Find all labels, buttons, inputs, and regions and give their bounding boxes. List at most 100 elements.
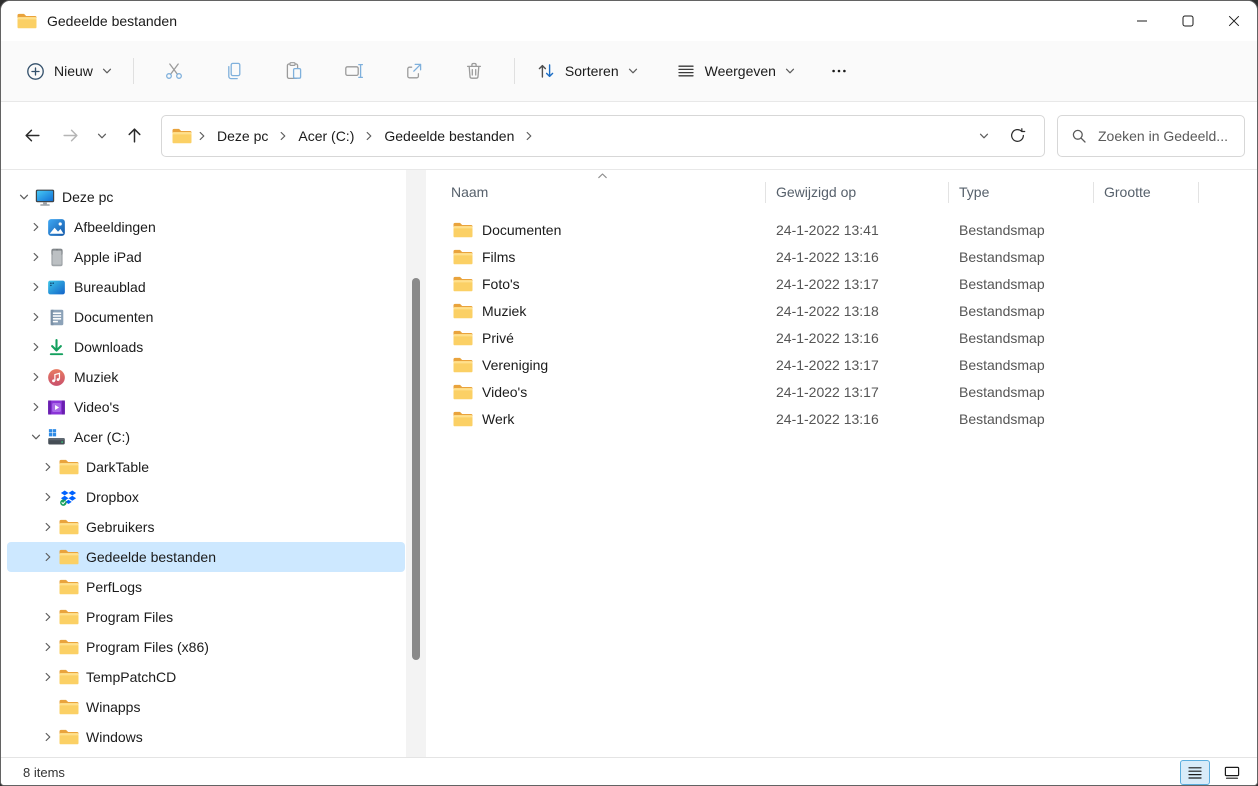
sort-button[interactable]: Sorteren xyxy=(525,53,649,89)
chevron-down-icon[interactable] xyxy=(14,192,34,202)
file-type: Bestandsmap xyxy=(959,221,1045,238)
sidebar-item-gedeelde-bestanden[interactable]: Gedeelde bestanden xyxy=(7,542,405,572)
file-name: Video's xyxy=(482,383,528,400)
close-icon xyxy=(1228,15,1240,27)
file-row[interactable]: Video's 24-1-2022 13:17 Bestandsmap xyxy=(426,378,1257,405)
sidebar-item-dropbox[interactable]: Dropbox xyxy=(7,482,405,512)
chevron-right-icon[interactable] xyxy=(38,492,58,502)
sidebar-item-perflogs[interactable]: PerfLogs xyxy=(7,572,405,602)
sidebar-item-darktable[interactable]: DarkTable xyxy=(7,452,405,482)
maximize-button[interactable] xyxy=(1165,1,1211,41)
sidebar-item-bureaublad[interactable]: Bureaublad xyxy=(7,272,405,302)
sidebar-item-acer-c[interactable]: Acer (C:) xyxy=(7,422,405,452)
file-name: Foto's xyxy=(482,275,520,292)
breadcrumb: Deze pc Acer (C:) Gedeelde bestanden xyxy=(196,123,535,149)
sidebar-scrollbar[interactable] xyxy=(406,170,426,757)
search-input[interactable] xyxy=(1098,127,1231,144)
column-header-modified[interactable]: Gewijzigd op xyxy=(766,181,949,203)
cut-button[interactable] xyxy=(144,53,204,89)
column-header-type[interactable]: Type xyxy=(949,181,1094,203)
column-header-size[interactable]: Grootte xyxy=(1094,181,1199,203)
chevron-right-icon[interactable] xyxy=(38,462,58,472)
file-modified: 24-1-2022 13:16 xyxy=(776,410,879,427)
chevron-right-icon[interactable] xyxy=(38,552,58,562)
sidebar-item-program-files-x86[interactable]: Program Files (x86) xyxy=(7,632,405,662)
videos-icon xyxy=(46,398,67,417)
chevron-right-icon[interactable] xyxy=(26,342,46,352)
chevron-right-icon[interactable] xyxy=(38,672,58,682)
file-explorer-window: Gedeelde bestanden Nieuw Sorteren Weerge… xyxy=(0,0,1258,786)
up-arrow-icon xyxy=(125,126,144,145)
folder-icon xyxy=(453,357,473,373)
copy-button[interactable] xyxy=(204,53,264,89)
sidebar-item-program-files[interactable]: Program Files xyxy=(7,602,405,632)
file-type: Bestandsmap xyxy=(959,383,1045,400)
chevron-right-icon[interactable] xyxy=(38,522,58,532)
file-row[interactable]: Muziek 24-1-2022 13:18 Bestandsmap xyxy=(426,297,1257,324)
sidebar-item-temppatchcd[interactable]: TempPatchCD xyxy=(7,662,405,692)
downloads-icon xyxy=(46,338,67,357)
up-button[interactable] xyxy=(115,118,153,154)
chevron-right-icon[interactable] xyxy=(26,372,46,382)
chevron-right-icon[interactable] xyxy=(38,732,58,742)
minimize-icon xyxy=(1136,15,1148,27)
sidebar-item-apple-ipad[interactable]: Apple iPad xyxy=(7,242,405,272)
breadcrumb-separator-icon xyxy=(363,131,375,141)
details-view-button[interactable] xyxy=(1180,760,1210,785)
monitor-icon xyxy=(34,187,55,207)
recent-locations-button[interactable] xyxy=(89,118,115,154)
rename-button[interactable] xyxy=(324,53,384,89)
sidebar-item-winapps[interactable]: Winapps xyxy=(7,692,405,722)
back-button[interactable] xyxy=(13,118,51,154)
file-row[interactable]: Werk 24-1-2022 13:16 Bestandsmap xyxy=(426,405,1257,432)
desktop-icon xyxy=(46,278,67,297)
file-row[interactable]: Documenten 24-1-2022 13:41 Bestandsmap xyxy=(426,216,1257,243)
sidebar-item-muziek[interactable]: Muziek xyxy=(7,362,405,392)
more-options-button[interactable] xyxy=(816,54,862,88)
scrollbar-thumb[interactable] xyxy=(412,278,420,660)
breadcrumb-segment[interactable]: Acer (C:) xyxy=(289,123,363,149)
address-dropdown-icon[interactable] xyxy=(979,131,989,141)
chevron-right-icon[interactable] xyxy=(26,252,46,262)
refresh-icon[interactable] xyxy=(1009,127,1026,144)
forward-arrow-icon xyxy=(61,126,80,145)
new-button[interactable]: Nieuw xyxy=(15,54,123,89)
chevron-down-icon[interactable] xyxy=(26,432,46,442)
folder-icon xyxy=(172,128,192,144)
large-icons-view-button[interactable] xyxy=(1217,760,1247,785)
share-button[interactable] xyxy=(384,53,444,89)
breadcrumb-segment[interactable]: Gedeelde bestanden xyxy=(375,123,523,149)
chevron-right-icon[interactable] xyxy=(38,612,58,622)
sidebar-item-video-s[interactable]: Video's xyxy=(7,392,405,422)
file-row[interactable]: Vereniging 24-1-2022 13:17 Bestandsmap xyxy=(426,351,1257,378)
paste-button[interactable] xyxy=(264,53,324,89)
chevron-right-icon[interactable] xyxy=(26,282,46,292)
sidebar-item-downloads[interactable]: Downloads xyxy=(7,332,405,362)
chevron-right-icon[interactable] xyxy=(26,402,46,412)
view-button[interactable]: Weergeven xyxy=(665,53,806,89)
file-row[interactable]: Foto's 24-1-2022 13:17 Bestandsmap xyxy=(426,270,1257,297)
sidebar-item-deze-pc[interactable]: Deze pc xyxy=(7,182,405,212)
sidebar-item-windows[interactable]: Windows xyxy=(7,722,405,752)
chevron-right-icon[interactable] xyxy=(26,312,46,322)
sidebar-item-afbeeldingen[interactable]: Afbeeldingen xyxy=(7,212,405,242)
file-row[interactable]: Films 24-1-2022 13:16 Bestandsmap xyxy=(426,243,1257,270)
sidebar-item-documenten[interactable]: Documenten xyxy=(7,302,405,332)
forward-button[interactable] xyxy=(51,118,89,154)
file-row[interactable]: Privé 24-1-2022 13:16 Bestandsmap xyxy=(426,324,1257,351)
chevron-right-icon[interactable] xyxy=(26,222,46,232)
close-button[interactable] xyxy=(1211,1,1257,41)
command-toolbar: Nieuw Sorteren Weergeven xyxy=(1,41,1257,102)
minimize-button[interactable] xyxy=(1119,1,1165,41)
breadcrumb-segment[interactable]: Deze pc xyxy=(208,123,277,149)
sidebar-item-gebruikers[interactable]: Gebruikers xyxy=(7,512,405,542)
address-bar[interactable]: Deze pc Acer (C:) Gedeelde bestanden xyxy=(161,114,1045,157)
view-list-icon xyxy=(676,61,696,81)
window-controls xyxy=(1119,1,1257,41)
delete-button[interactable] xyxy=(444,53,504,89)
column-header-name[interactable]: Naam xyxy=(426,181,766,203)
chevron-right-icon[interactable] xyxy=(38,642,58,652)
file-type: Bestandsmap xyxy=(959,329,1045,346)
new-button-label: Nieuw xyxy=(54,63,93,79)
file-name: Films xyxy=(482,248,516,265)
